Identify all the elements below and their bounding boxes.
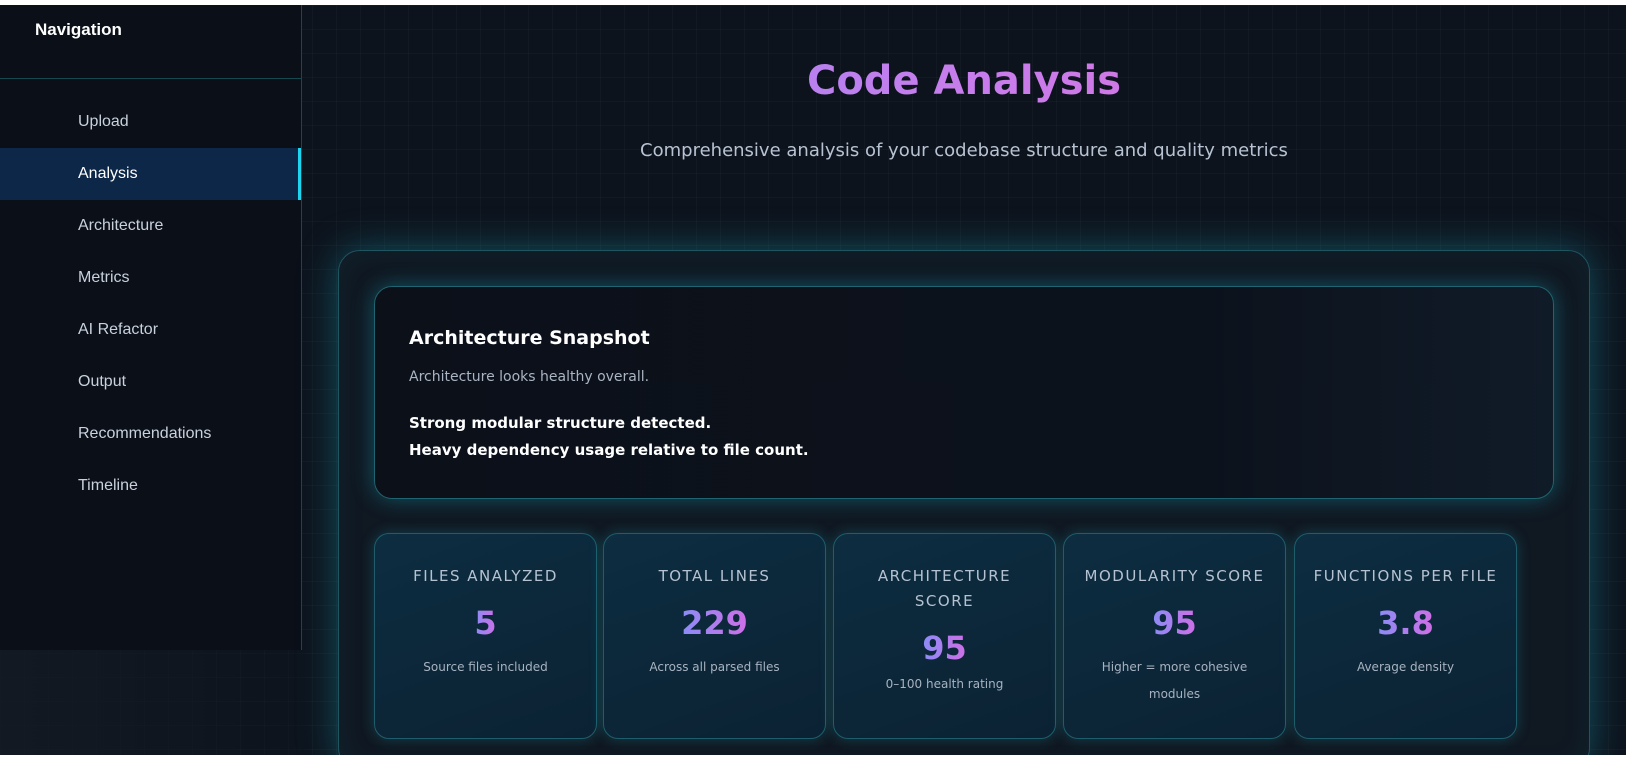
sidebar: Navigation Upload Analysis Architecture … — [0, 5, 302, 650]
sidebar-item-analysis[interactable]: Analysis — [0, 148, 301, 200]
metric-card-modularity-score: MODULARITY SCORE 95 Higher = more cohesi… — [1063, 533, 1286, 739]
sidebar-footer-area — [0, 650, 306, 755]
metric-cards: FILES ANALYZED 5 Source files included T… — [374, 533, 1554, 739]
metric-card-total-lines: TOTAL LINES 229 Across all parsed files — [603, 533, 826, 739]
architecture-snapshot-card: Architecture Snapshot Architecture looks… — [374, 286, 1554, 499]
metric-value: 95 — [922, 629, 967, 667]
metric-label: FILES ANALYZED — [413, 567, 558, 585]
sidebar-item-ai-refactor[interactable]: AI Refactor — [0, 304, 301, 356]
metric-card-architecture-score: ARCHITECTURE SCORE 95 0–100 health ratin… — [833, 533, 1056, 739]
metric-card-functions-per-file: FUNCTIONS PER FILE 3.8 Average density — [1294, 533, 1517, 739]
metric-caption: Higher = more cohesive modules — [1101, 660, 1248, 701]
snapshot-finding: Strong modular structure detected. — [409, 414, 712, 432]
page-subtitle: Comprehensive analysis of your codebase … — [640, 140, 1288, 161]
metric-caption: Average density — [1356, 660, 1455, 674]
metric-caption: Across all parsed files — [649, 660, 780, 674]
sidebar-header: Navigation — [0, 5, 301, 79]
metric-label: TOTAL LINES — [658, 567, 771, 585]
sidebar-item-recommendations[interactable]: Recommendations — [0, 408, 301, 460]
metric-label: ARCHITECTURE SCORE — [877, 567, 1012, 610]
sidebar-nav: Upload Analysis Architecture Metrics AI … — [0, 79, 301, 512]
sidebar-title: Navigation — [35, 20, 122, 39]
analysis-panel: Architecture Snapshot Architecture looks… — [338, 250, 1590, 755]
metric-caption: 0–100 health rating — [885, 677, 1004, 691]
sidebar-item-output[interactable]: Output — [0, 356, 301, 408]
snapshot-title: Architecture Snapshot — [409, 327, 650, 349]
sidebar-item-architecture[interactable]: Architecture — [0, 200, 301, 252]
metric-value: 229 — [681, 604, 748, 642]
metric-value: 5 — [474, 604, 497, 642]
sidebar-item-metrics[interactable]: Metrics — [0, 252, 301, 304]
metric-value: 95 — [1152, 604, 1197, 642]
metric-caption: Source files included — [423, 660, 548, 674]
snapshot-finding: Heavy dependency usage relative to file … — [409, 441, 809, 459]
sidebar-item-timeline[interactable]: Timeline — [0, 460, 301, 512]
metric-label: FUNCTIONS PER FILE — [1313, 567, 1498, 585]
sidebar-item-upload[interactable]: Upload — [0, 96, 301, 148]
page-title: Code Analysis — [302, 58, 1626, 104]
metric-label: MODULARITY SCORE — [1084, 567, 1265, 585]
app-window: Navigation Upload Analysis Architecture … — [0, 5, 1626, 755]
metric-value: 3.8 — [1377, 604, 1434, 642]
metric-card-files-analyzed: FILES ANALYZED 5 Source files included — [374, 533, 597, 739]
snapshot-summary: Architecture looks healthy overall. — [409, 369, 650, 385]
